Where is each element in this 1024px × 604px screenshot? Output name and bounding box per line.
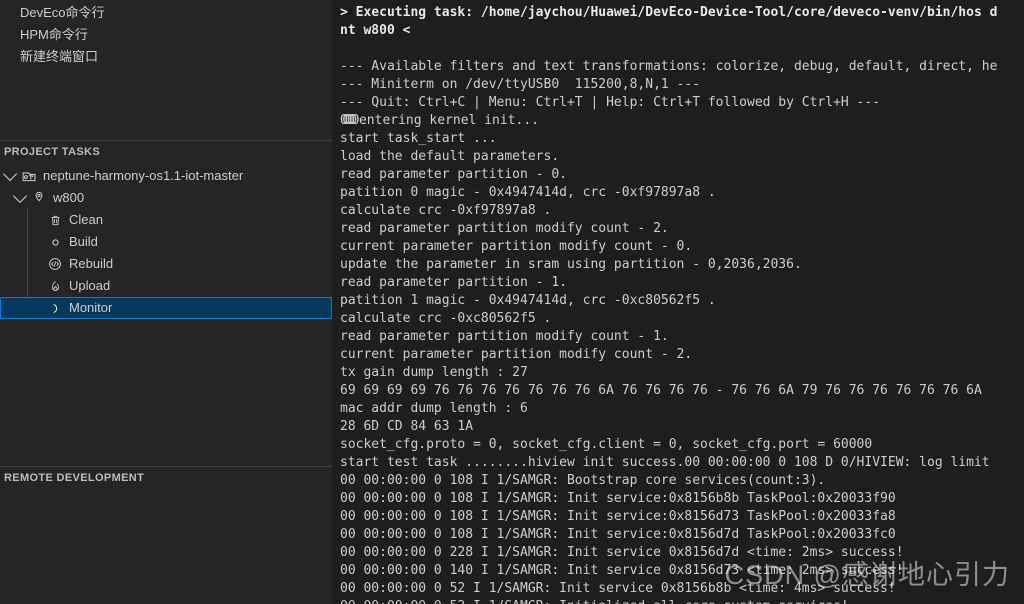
root-folder-icon <box>19 169 39 184</box>
new-terminal-item[interactable]: 新建终端窗口 <box>0 46 332 68</box>
remote-development-section: REMOTE DEVELOPMENT <box>0 466 332 604</box>
remote-development-header-label: REMOTE DEVELOPMENT <box>4 472 145 484</box>
remote-development-header[interactable]: REMOTE DEVELOPMENT <box>0 467 332 489</box>
terminal-line: socket_cfg.proto = 0, socket_cfg.client … <box>340 437 873 452</box>
task-label-clean: Clean <box>69 212 103 227</box>
terminal-lines: > Executing task: /home/jaychou/Huawei/D… <box>340 4 1024 604</box>
project-tasks-tree: neptune-harmony-os1.1-iot-master w800 Cl… <box>0 163 332 319</box>
task-list: Clean Build Rebuild Upload Monitor <box>0 209 332 319</box>
deveco-cli-item[interactable]: DevEco命令行 <box>0 2 332 24</box>
garbled-bytes: 000000 <box>340 113 359 128</box>
chip-icon <box>29 191 49 205</box>
command-shortcuts-panel: DevEco命令行 HPM命令行 新建终端窗口 <box>0 0 332 140</box>
terminal-line: read parameter partition - 1. <box>340 275 567 290</box>
terminal-line: 69 69 69 69 76 76 76 76 76 76 76 6A 76 7… <box>340 383 982 398</box>
terminal-line: --- Miniterm on /dev/ttyUSB0 115200,8,N,… <box>340 77 701 92</box>
project-tasks-header[interactable]: PROJECT TASKS <box>0 141 332 163</box>
terminal-line: read parameter partition modify count - … <box>340 329 669 344</box>
gear-icon <box>45 236 65 249</box>
terminal-line: tx gain dump length : 27 <box>340 365 528 380</box>
sidebar: DevEco命令行 HPM命令行 新建终端窗口 PROJECT TASKS ne… <box>0 0 332 604</box>
task-row-build[interactable]: Build <box>0 231 332 253</box>
task-row-rebuild[interactable]: Rebuild <box>0 253 332 275</box>
remote-development-body <box>0 489 332 604</box>
hpm-cli-label: HPM命令行 <box>20 27 88 42</box>
terminal-line: current parameter partition modify count… <box>340 347 693 362</box>
terminal-line: update the parameter in sram using parti… <box>340 257 802 272</box>
terminal-output-panel[interactable]: > Executing task: /home/jaychou/Huawei/D… <box>332 0 1024 604</box>
new-terminal-label: 新建终端窗口 <box>20 49 99 64</box>
terminal-line: 00 00:00:00 0 52 I 1/SAMGR: Initialized … <box>340 598 1024 604</box>
terminal-line: 00 00:00:00 0 108 I 1/SAMGR: Init servic… <box>340 527 896 542</box>
trash-icon <box>45 214 65 227</box>
terminal-line: read parameter partition - 0. <box>340 167 567 182</box>
terminal-line: patition 0 magic - 0x4947414d, crc -0xf9… <box>340 185 716 200</box>
hpm-cli-item[interactable]: HPM命令行 <box>0 24 332 46</box>
terminal-line: --- Quit: Ctrl+C | Menu: Ctrl+T | Help: … <box>340 95 881 110</box>
task-row-monitor[interactable]: Monitor <box>0 297 332 319</box>
terminal-line: mac addr dump length : 6 <box>340 401 528 416</box>
flame-icon <box>45 280 65 293</box>
tree-row-board[interactable]: w800 <box>0 187 332 209</box>
terminal-line: load the default parameters. <box>340 149 560 164</box>
terminal-line: 00 00:00:00 0 52 I 1/SAMGR: Init service… <box>340 581 896 596</box>
terminal-line: start task_start ... <box>340 131 497 146</box>
terminal-line: 00 00:00:00 0 228 I 1/SAMGR: Init servic… <box>340 545 904 560</box>
tree-row-project[interactable]: neptune-harmony-os1.1-iot-master <box>0 165 332 187</box>
vscode-window: DevEco命令行 HPM命令行 新建终端窗口 PROJECT TASKS ne… <box>0 0 1024 604</box>
terminal-line: > Executing task: /home/jaychou/Huawei/D… <box>340 5 998 20</box>
monitor-icon <box>45 302 65 315</box>
terminal-line: 00 00:00:00 0 108 I 1/SAMGR: Init servic… <box>340 509 896 524</box>
task-label-build: Build <box>69 234 98 249</box>
chevron-down-icon[interactable] <box>1 166 19 182</box>
task-label-monitor: Monitor <box>69 300 113 315</box>
terminal-line: current parameter partition modify count… <box>340 239 693 254</box>
terminal-line: --- Available filters and text transform… <box>340 59 998 74</box>
terminal-line: start test task ........hiview init succ… <box>340 455 990 470</box>
terminal-line: 00 00:00:00 0 108 I 1/SAMGR: Bootstrap c… <box>340 473 826 488</box>
terminal-line: nt w800 < <box>340 23 411 38</box>
terminal-line: 28 6D CD 84 63 1A <box>340 419 474 434</box>
terminal-line: calculate crc -0xc80562f5 . <box>340 311 552 326</box>
task-label-upload: Upload <box>69 278 111 293</box>
terminal-line: 00 00:00:00 0 108 I 1/SAMGR: Init servic… <box>340 491 896 506</box>
project-tasks-header-label: PROJECT TASKS <box>4 146 101 158</box>
terminal-line: patition 1 magic - 0x4947414d, crc -0xc8… <box>340 293 716 308</box>
task-label-rebuild: Rebuild <box>69 256 114 271</box>
terminal-line: 000000 entering kernel init... <box>340 113 539 128</box>
task-row-clean[interactable]: Clean <box>0 209 332 231</box>
terminal-line: 00 00:00:00 0 140 I 1/SAMGR: Init servic… <box>340 563 904 578</box>
tree-row-board-label: w800 <box>53 190 85 205</box>
chevron-down-icon[interactable] <box>11 188 29 204</box>
terminal-line: read parameter partition modify count - … <box>340 221 669 236</box>
deveco-cli-label: DevEco命令行 <box>20 5 105 20</box>
terminal-line: calculate crc -0xf97897a8 . <box>340 203 552 218</box>
tree-row-project-label: neptune-harmony-os1.1-iot-master <box>43 168 244 183</box>
task-row-upload[interactable]: Upload <box>0 275 332 297</box>
code-icon <box>45 257 65 271</box>
